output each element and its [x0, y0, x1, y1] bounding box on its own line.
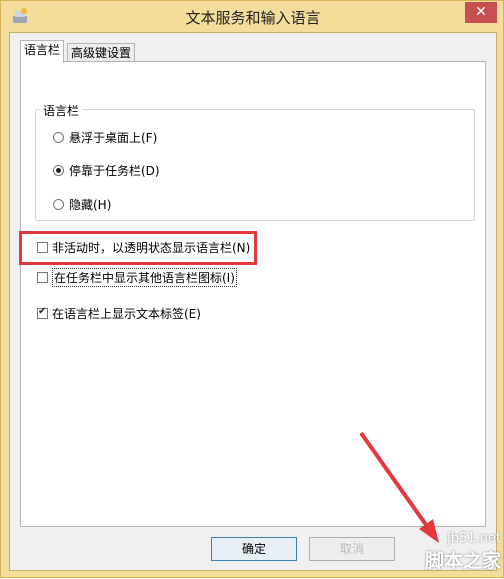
- ok-button[interactable]: 确定: [211, 537, 297, 561]
- watermark: jb51.net 脚本之家: [425, 531, 501, 573]
- watermark-site: jb51.net: [447, 531, 501, 546]
- cancel-button[interactable]: 取消: [309, 537, 395, 561]
- tab-language-bar[interactable]: 语言栏: [20, 40, 65, 63]
- pointer-arrow: [359, 431, 439, 543]
- dialog-window: 文本服务和输入语言 ✕ 语言栏 高级键设置 语言栏 悬浮于桌面上(F) 停靠于任…: [0, 0, 504, 578]
- watermark-name: 脚本之家: [424, 550, 501, 572]
